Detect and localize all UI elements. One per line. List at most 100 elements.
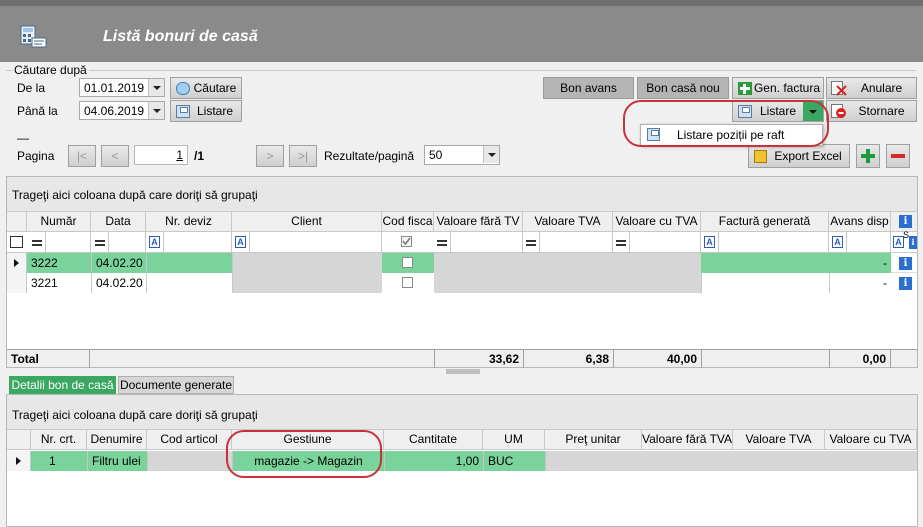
- col-denumire[interactable]: Denumire: [87, 430, 147, 449]
- row-selector[interactable]: [7, 253, 27, 273]
- cell-cod-fiscal[interactable]: [382, 253, 434, 273]
- cell-cod-articol[interactable]: [147, 451, 232, 471]
- cell-factura[interactable]: [701, 253, 829, 273]
- equals-icon[interactable]: [95, 240, 105, 246]
- cell-cod-fiscal[interactable]: [382, 273, 434, 293]
- table-row[interactable]: 3221 04.02.20 - i: [7, 273, 917, 293]
- next-page-button[interactable]: >: [256, 145, 284, 167]
- row-selector[interactable]: [7, 451, 31, 471]
- chevron-down-icon[interactable]: [483, 146, 499, 163]
- equals-icon[interactable]: [616, 240, 626, 246]
- cell-data[interactable]: 04.02.20: [91, 253, 146, 273]
- info-icon[interactable]: i: [899, 277, 912, 290]
- details-group-panel[interactable]: Trageţi aici coloana după care doriţi să…: [7, 395, 917, 430]
- excel-icon: [754, 150, 767, 163]
- tab-detalii-bon[interactable]: Detalii bon de casă: [9, 376, 116, 394]
- equals-icon[interactable]: [437, 240, 447, 246]
- filter-cu-tva-input[interactable]: [629, 232, 701, 252]
- col-pret-unitar[interactable]: Preţ unitar: [545, 430, 642, 449]
- to-date-picker[interactable]: 04.06.2019: [79, 101, 165, 120]
- info-icon[interactable]: i: [899, 257, 912, 270]
- from-date-picker[interactable]: 01.01.2019: [79, 78, 165, 97]
- col-valoare-tva[interactable]: Valoare TVA: [733, 430, 825, 449]
- col-um[interactable]: UM: [483, 430, 545, 449]
- cell-factura[interactable]: [701, 273, 829, 293]
- cell-um[interactable]: BUC: [483, 451, 545, 471]
- col-nr-crt[interactable]: Nr. crt.: [31, 430, 87, 449]
- from-date-value: 01.01.2019: [84, 81, 145, 95]
- plus-icon-v: [866, 149, 870, 163]
- export-excel-button[interactable]: Export Excel: [748, 144, 850, 168]
- row-selector[interactable]: [7, 273, 27, 293]
- cell-numar[interactable]: 3222: [27, 253, 91, 273]
- info-icon[interactable]: i: [899, 215, 912, 228]
- col-valoare-tva[interactable]: Valoare TVA: [523, 212, 613, 231]
- remove-button[interactable]: [886, 144, 910, 168]
- cell-nr-deviz[interactable]: [146, 253, 232, 273]
- col-factura-generata[interactable]: Factură generată: [701, 212, 829, 231]
- first-page-button[interactable]: |<: [68, 145, 96, 167]
- cell-avans[interactable]: -: [829, 253, 891, 273]
- last-page-button[interactable]: >|: [289, 145, 317, 167]
- cell-cantitate[interactable]: 1,00: [384, 451, 483, 471]
- filter-factura-input[interactable]: [718, 232, 829, 252]
- table-row[interactable]: 1 Filtru ulei magazie -> Magazin 1,00 BU…: [7, 451, 917, 471]
- cod-fiscal-checkbox[interactable]: [402, 257, 413, 268]
- equals-icon[interactable]: [526, 240, 536, 246]
- col-data[interactable]: Data: [91, 212, 146, 231]
- table-row[interactable]: 3222 04.02.20 - i: [7, 253, 917, 293]
- text-filter-icon[interactable]: A: [704, 236, 715, 248]
- text-filter-icon[interactable]: A: [832, 236, 843, 248]
- text-filter-icon[interactable]: A: [235, 236, 246, 248]
- info-icon[interactable]: i: [909, 236, 917, 249]
- gen-factura-button[interactable]: Gen. factura: [732, 77, 824, 99]
- filter-numar-input[interactable]: [45, 232, 91, 252]
- filter-avans-input[interactable]: [846, 232, 891, 252]
- col-cod-articol[interactable]: Cod articol: [147, 430, 232, 449]
- bon-avans-button[interactable]: Bon avans: [543, 77, 634, 99]
- col-valoare-fara-tva[interactable]: Valoare fără TV: [434, 212, 523, 231]
- col-nr-deviz[interactable]: Nr. deviz: [146, 212, 232, 231]
- chevron-down-icon[interactable]: [148, 79, 164, 96]
- filter-tva-input[interactable]: [539, 232, 613, 252]
- chevron-down-icon[interactable]: [148, 102, 164, 119]
- results-per-page-select[interactable]: 50: [424, 145, 500, 165]
- col-numar[interactable]: Număr: [27, 212, 91, 231]
- cell-data[interactable]: 04.02.20: [91, 273, 146, 293]
- filter-data-input[interactable]: [108, 232, 146, 252]
- cell-values-block[interactable]: [545, 451, 917, 471]
- bon-casa-nou-button[interactable]: Bon casă nou: [637, 77, 729, 99]
- splitter-handle[interactable]: [446, 369, 480, 374]
- cod-fiscal-checkbox[interactable]: [402, 277, 413, 288]
- col-client[interactable]: Client: [232, 212, 382, 231]
- cell-denumire[interactable]: Filtru ulei: [87, 451, 147, 471]
- list-button[interactable]: Listare: [170, 100, 242, 122]
- filter-fara-tva-input[interactable]: [450, 232, 523, 252]
- col-avans-disp[interactable]: Avans disp: [829, 212, 891, 231]
- group-panel[interactable]: Trageţi aici coloana după care doriţi să…: [7, 177, 917, 212]
- text-filter-icon[interactable]: A: [149, 236, 160, 248]
- cell-numar[interactable]: 3221: [27, 273, 91, 293]
- filter-deviz-input[interactable]: [163, 232, 232, 252]
- search-group-label: Căutare după: [12, 63, 89, 77]
- filter-client-input[interactable]: [249, 232, 382, 252]
- equals-icon[interactable]: [32, 240, 42, 246]
- col-cod-fiscal[interactable]: Cod fisca: [382, 212, 434, 231]
- col-cantitate[interactable]: Cantitate: [384, 430, 483, 449]
- plus-icon: [738, 82, 752, 95]
- col-valoare-fara-tva[interactable]: Valoare fără TVA: [642, 430, 733, 449]
- stornare-button[interactable]: Stornare: [826, 100, 917, 122]
- prev-page-button[interactable]: <: [101, 145, 129, 167]
- search-button[interactable]: Căutare: [170, 77, 242, 99]
- add-button[interactable]: [856, 144, 880, 168]
- page-input[interactable]: 1: [134, 145, 188, 165]
- col-valoare-cu-tva[interactable]: Valoare cu TVA: [825, 430, 917, 449]
- tab-documente-generate[interactable]: Documente generate: [118, 376, 234, 394]
- filter-cod-fiscal-checkbox[interactable]: [401, 236, 412, 247]
- cell-avans[interactable]: -: [829, 273, 891, 293]
- col-valoare-cu-tva[interactable]: Valoare cu TVA: [613, 212, 701, 231]
- cell-nr-deviz[interactable]: [146, 273, 232, 293]
- anulare-button[interactable]: Anulare: [826, 77, 917, 99]
- filter-edit-icon[interactable]: [10, 236, 23, 248]
- cell-nr-crt[interactable]: 1: [31, 451, 87, 471]
